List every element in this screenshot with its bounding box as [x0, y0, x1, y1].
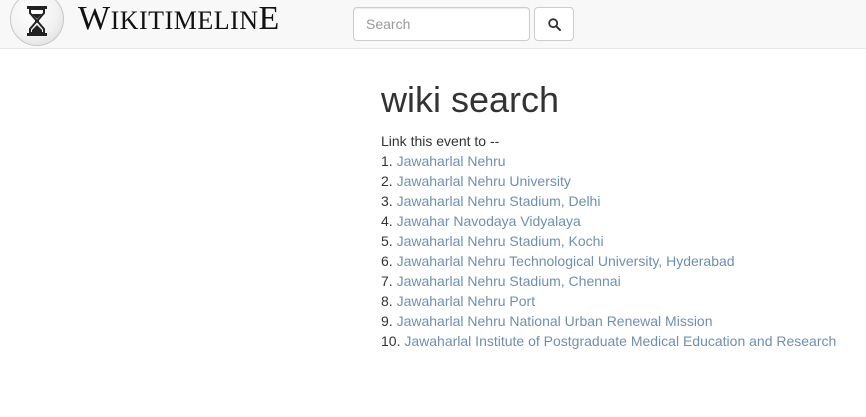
item-number: 7. [381, 273, 393, 289]
item-number: 5. [381, 233, 393, 249]
result-link[interactable]: Jawaharlal Nehru University [397, 173, 571, 189]
navbar: WIKITIMELINE [0, 0, 866, 49]
main-content: wiki search Link this event to -- 1. Jaw… [381, 78, 836, 351]
brand-name[interactable]: WIKITIMELINE [78, 1, 280, 43]
result-link[interactable]: Jawaharlal Nehru Stadium, Chennai [397, 273, 621, 289]
list-item: 6. Jawaharlal Nehru Technological Univer… [381, 251, 836, 271]
item-number: 9. [381, 313, 393, 329]
result-link[interactable]: Jawaharlal Institute of Postgraduate Med… [404, 333, 836, 349]
results-list: 1. Jawaharlal Nehru 2. Jawaharlal Nehru … [381, 151, 836, 351]
item-number: 1. [381, 153, 393, 169]
page-title: wiki search [381, 79, 560, 120]
list-item: 8. Jawaharlal Nehru Port [381, 291, 836, 311]
list-item: 1. Jawaharlal Nehru [381, 151, 836, 171]
search-input[interactable] [353, 7, 530, 41]
result-link[interactable]: Jawaharlal Nehru National Urban Renewal … [397, 313, 713, 329]
list-item: 5. Jawaharlal Nehru Stadium, Kochi [381, 231, 836, 251]
result-link[interactable]: Jawahar Navodaya Vidyalaya [397, 213, 581, 229]
hourglass-icon [27, 6, 47, 36]
result-link[interactable]: Jawaharlal Nehru Port [397, 293, 536, 309]
list-item: 2. Jawaharlal Nehru University [381, 171, 836, 191]
search-button[interactable] [534, 7, 574, 41]
item-number: 8. [381, 293, 393, 309]
list-item: 4. Jawahar Navodaya Vidyalaya [381, 211, 836, 231]
item-number: 4. [381, 213, 393, 229]
intro-text: Link this event to -- [381, 133, 500, 149]
item-number: 2. [381, 173, 393, 189]
result-link[interactable]: Jawaharlal Nehru Technological Universit… [397, 253, 735, 269]
brand-final: E [258, 0, 280, 37]
item-number: 10. [381, 333, 401, 349]
item-number: 6. [381, 253, 393, 269]
list-item: 10. Jawaharlal Institute of Postgraduate… [381, 331, 836, 351]
result-link[interactable]: Jawaharlal Nehru Stadium, Kochi [397, 233, 604, 249]
brand-initial: W [78, 0, 111, 37]
item-number: 3. [381, 193, 393, 209]
list-item: 7. Jawaharlal Nehru Stadium, Chennai [381, 271, 836, 291]
logo[interactable] [10, 0, 64, 46]
result-link[interactable]: Jawaharlal Nehru [397, 153, 506, 169]
search-icon [548, 18, 561, 31]
result-link[interactable]: Jawaharlal Nehru Stadium, Delhi [397, 193, 601, 209]
list-item: 9. Jawaharlal Nehru National Urban Renew… [381, 311, 836, 331]
list-item: 3. Jawaharlal Nehru Stadium, Delhi [381, 191, 836, 211]
brand-middle: IKITIMELIN [110, 6, 259, 35]
